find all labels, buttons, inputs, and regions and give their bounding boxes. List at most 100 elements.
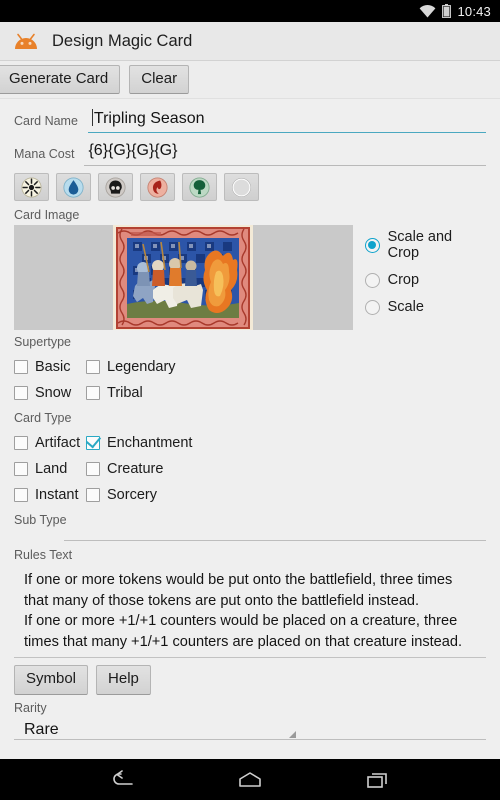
checkbox-instant[interactable]: Instant: [14, 487, 86, 503]
checkbox-sorcery[interactable]: Sorcery: [86, 487, 157, 503]
white-mana-symbol: [21, 176, 42, 198]
nav-recents-button[interactable]: [350, 759, 406, 800]
checkbox-legendary-box: [86, 360, 100, 374]
nav-home-button[interactable]: [222, 759, 278, 800]
checkbox-artifact-box: [14, 436, 28, 450]
red-mana-symbol-button[interactable]: [140, 173, 175, 201]
supertype-group: Basic Legendary Snow Tribal: [0, 352, 500, 406]
sub-type-row: [14, 530, 486, 541]
card-type-label: Card Type: [14, 411, 72, 425]
rules-text-line-1: If one or more tokens would be put onto …: [24, 572, 453, 609]
android-screen: 10:43 Design Magic Card Generate Card Cl…: [0, 0, 500, 800]
green-mana-symbol-button[interactable]: [182, 173, 217, 201]
rules-text-label: Rules Text: [14, 548, 73, 562]
spinner-triangle-icon: [289, 730, 296, 738]
black-mana-symbol: [105, 176, 126, 198]
nav-back-button[interactable]: [94, 759, 150, 800]
checkbox-basic[interactable]: Basic: [14, 359, 86, 375]
checkbox-snow[interactable]: Snow: [14, 385, 86, 401]
radio-crop-indicator: [364, 272, 380, 288]
checkbox-creature-box: [86, 462, 100, 476]
checkbox-enchantment-label: Enchantment: [107, 435, 193, 451]
checkbox-creature-label: Creature: [107, 461, 164, 477]
checkbox-enchantment[interactable]: Enchantment: [86, 435, 192, 451]
sub-type-input[interactable]: [64, 530, 486, 541]
rarity-label: Rarity: [14, 700, 47, 715]
app-header: Design Magic Card: [0, 22, 500, 61]
clear-button[interactable]: Clear: [129, 64, 190, 95]
checkbox-land-label: Land: [35, 461, 68, 477]
radio-scale-and-crop-indicator: [364, 237, 380, 253]
green-mana-symbol: [189, 176, 210, 198]
symbol-button[interactable]: Symbol: [14, 665, 89, 695]
mana-cost-input[interactable]: {6}{G}{G}{G}: [84, 140, 486, 166]
supertype-label: Supertype: [14, 335, 71, 349]
blue-mana-symbol: [63, 176, 84, 198]
card-image-preview[interactable]: [14, 225, 353, 330]
checkbox-artifact[interactable]: Artifact: [14, 435, 86, 451]
checkbox-instant-label: Instant: [35, 487, 79, 503]
card-name-input[interactable]: Tripling Season: [87, 107, 486, 133]
page-title: Design Magic Card: [52, 31, 193, 50]
checkbox-legendary-label: Legendary: [107, 359, 176, 375]
rules-text-input[interactable]: If one or more tokens would be put onto …: [14, 566, 486, 658]
card-image-label: Card Image: [14, 208, 80, 222]
battery-icon: [442, 4, 452, 18]
radio-scale-indicator: [364, 299, 380, 315]
recent-apps-icon: [367, 772, 387, 788]
checkbox-artifact-label: Artifact: [35, 435, 81, 451]
card-type-row-1: Artifact Enchantment: [14, 430, 486, 456]
rarity-spinner[interactable]: Rare: [14, 718, 486, 740]
checkbox-tribal[interactable]: Tribal: [86, 385, 143, 401]
scale-option-group: Scale and Crop Crop Scale: [353, 225, 486, 315]
colorless-mana-symbol-button[interactable]: [224, 173, 259, 201]
mana-cost-label: Mana Cost: [14, 147, 75, 161]
rules-text-line-2: If one or more +1/+1 counters would be p…: [24, 613, 463, 650]
checkbox-land[interactable]: Land: [14, 461, 86, 477]
card-name-value: Tripling Season: [93, 110, 205, 127]
radio-crop-label: Crop: [387, 272, 420, 288]
radio-scale[interactable]: Scale: [364, 299, 486, 315]
rarity-value: Rare: [24, 720, 59, 738]
checkbox-basic-label: Basic: [35, 359, 71, 375]
white-mana-symbol-button[interactable]: [14, 173, 49, 201]
supertype-row-2: Snow Tribal: [14, 380, 486, 406]
card-design-form: Card Name Tripling Season Mana Cost {6}{…: [0, 99, 500, 800]
status-bar-clock: 10:43: [457, 3, 491, 19]
symbol-help-row: Symbol Help: [0, 658, 500, 695]
text-caret: [91, 109, 93, 126]
card-image-row: Scale and Crop Crop Scale: [0, 225, 500, 330]
checkbox-land-box: [14, 462, 28, 476]
back-arrow-icon: [113, 769, 133, 785]
sub-type-label: Sub Type: [14, 513, 67, 527]
checkbox-snow-label: Snow: [35, 385, 72, 401]
radio-scale-label: Scale: [387, 299, 424, 315]
blue-mana-symbol-button[interactable]: [56, 173, 91, 201]
generate-card-button[interactable]: Generate Card: [0, 64, 121, 95]
wifi-icon: [420, 4, 436, 17]
checkbox-snow-box: [14, 386, 28, 400]
checkbox-basic-box: [14, 360, 28, 374]
card-type-row-2: Land Creature: [14, 456, 486, 482]
home-icon: [239, 771, 261, 787]
checkbox-sorcery-label: Sorcery: [107, 487, 157, 503]
checkbox-sorcery-box: [86, 488, 100, 502]
mana-symbol-strip: [0, 166, 500, 203]
checkbox-creature[interactable]: Creature: [86, 461, 163, 477]
mana-cost-row: Mana Cost {6}{G}{G}{G}: [0, 133, 500, 166]
checkbox-legendary[interactable]: Legendary: [86, 359, 176, 375]
checkbox-instant-box: [14, 488, 28, 502]
card-type-row-3: Instant Sorcery: [14, 482, 486, 508]
card-name-label: Card Name: [14, 114, 78, 128]
radio-crop[interactable]: Crop: [364, 272, 486, 288]
android-robot-icon: [15, 33, 37, 49]
card-artwork-image: [113, 225, 254, 330]
supertype-row-1: Basic Legendary: [14, 354, 486, 380]
colorless-mana-symbol: [231, 177, 252, 197]
card-name-row: Card Name Tripling Season: [0, 99, 500, 133]
radio-scale-and-crop[interactable]: Scale and Crop: [364, 229, 486, 261]
black-mana-symbol-button[interactable]: [98, 173, 133, 201]
status-bar: 10:43: [0, 0, 500, 22]
radio-scale-and-crop-label: Scale and Crop: [387, 229, 453, 261]
help-button[interactable]: Help: [96, 665, 151, 695]
